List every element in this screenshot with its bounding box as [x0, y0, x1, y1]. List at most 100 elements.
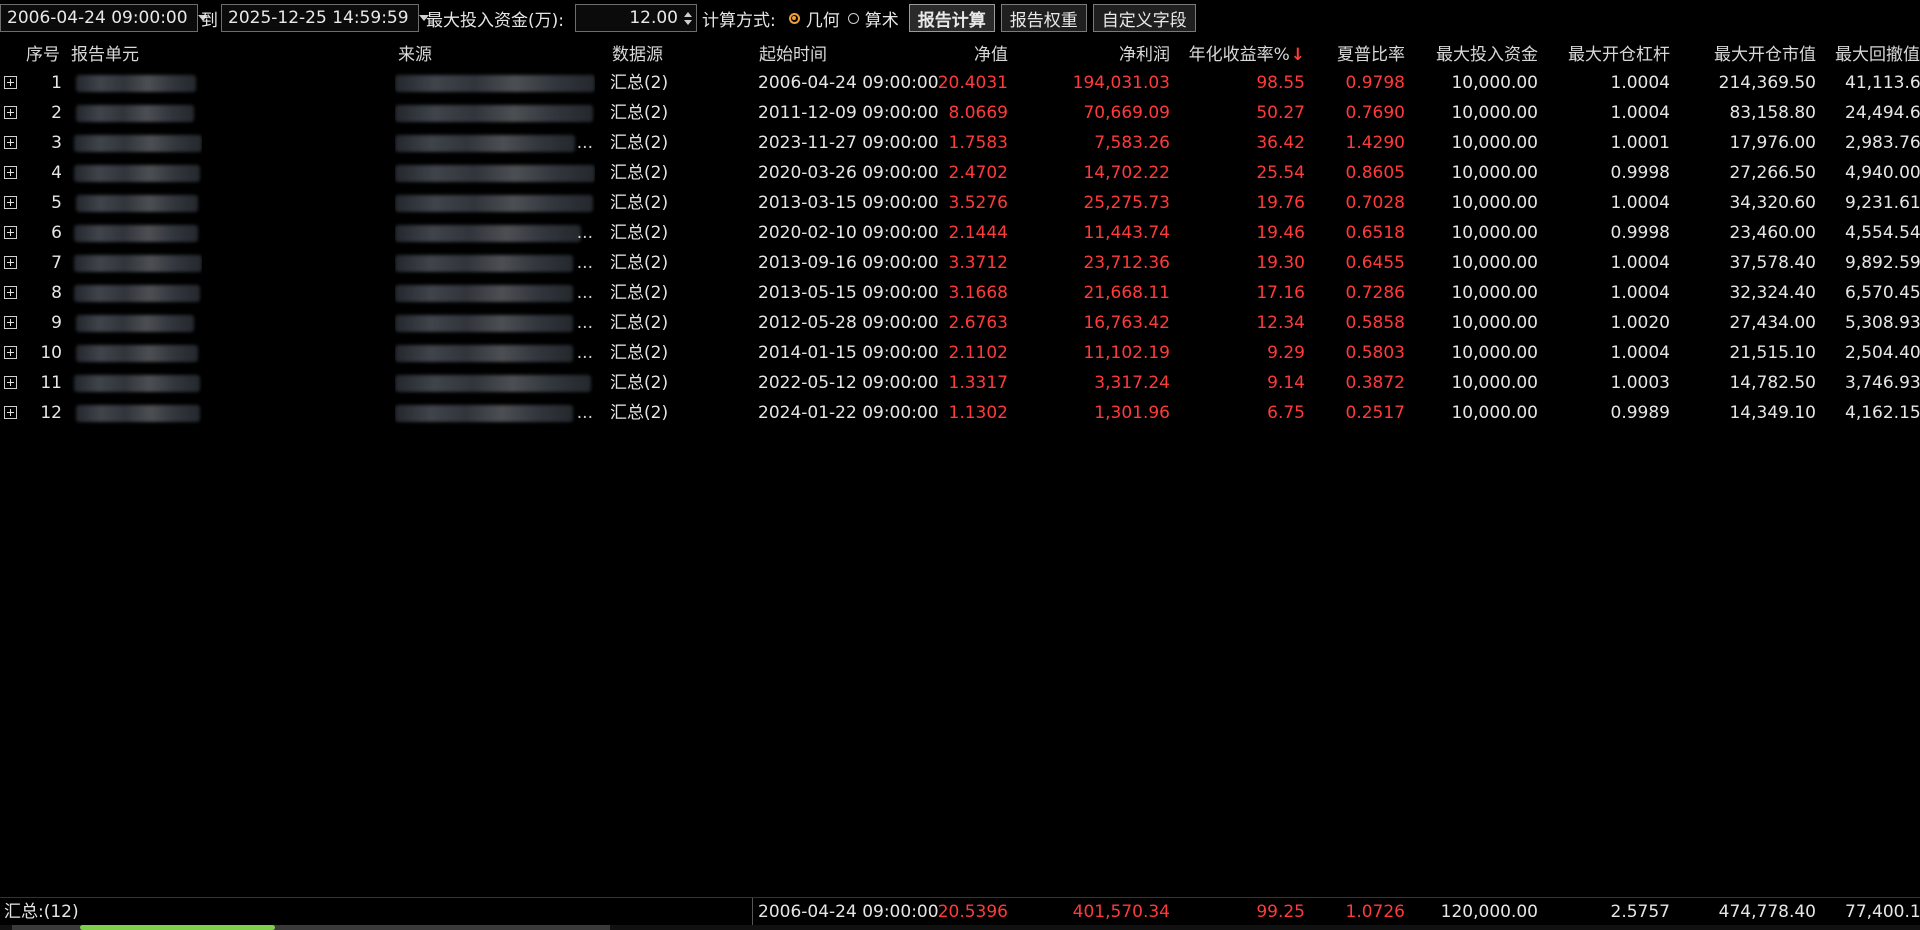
col-header-source[interactable]: 来源 [398, 40, 432, 65]
table-row[interactable]: 4 汇总(2) 2020-03-26 09:00:00 2.4702 14,702.22… [0, 158, 1920, 188]
expand-icon[interactable] [4, 286, 17, 299]
table-row[interactable]: 9... 汇总(2) 2012-05-28 09:00:00 2.6763 16,763… [0, 308, 1920, 338]
redaction-blur [395, 405, 573, 422]
spinner-icon[interactable] [684, 11, 692, 25]
row-source-ellipsis: ... [576, 133, 593, 153]
redaction-blur [76, 315, 194, 332]
table-row[interactable]: 7... 汇总(2) 2013-09-16 09:00:00 3.3712 23,712… [0, 248, 1920, 278]
row-nav: 3.1668 [948, 283, 1008, 303]
row-max-capital: 10,000.00 [1451, 73, 1538, 93]
redaction-blur [74, 165, 200, 182]
col-header-net-profit[interactable]: 净利润 [1020, 40, 1170, 65]
summary-nav: 20.5396 [937, 902, 1008, 922]
max-capital-input[interactable]: 12.00 [575, 4, 697, 32]
row-max-drawdown: 3,746.93 [1845, 373, 1920, 393]
redaction-blur [395, 315, 573, 332]
expand-icon[interactable] [4, 76, 17, 89]
table-row[interactable]: 10... 汇总(2) 2014-01-15 09:00:00 2.1102 11,10… [0, 338, 1920, 368]
row-max-capital: 10,000.00 [1451, 313, 1538, 333]
report-weight-button[interactable]: 报告权重 [1000, 4, 1087, 32]
table-row[interactable]: 3... 汇总(2) 2023-11-27 09:00:00 1.7583 7,583.… [0, 128, 1920, 158]
radio-geometric[interactable]: 几何 [788, 6, 840, 31]
expand-icon[interactable] [4, 166, 17, 179]
custom-fields-button[interactable]: 自定义字段 [1092, 4, 1196, 32]
table-row[interactable]: 8... 汇总(2) 2013-05-15 09:00:00 3.1668 21,668… [0, 278, 1920, 308]
col-header-datasource[interactable]: 数据源 [612, 40, 663, 65]
col-header-start-time[interactable]: 起始时间 [759, 40, 827, 65]
row-max-market-value: 14,782.50 [1729, 373, 1816, 393]
expand-icon[interactable] [4, 196, 17, 209]
row-seq: 2 [51, 103, 62, 123]
expand-icon[interactable] [4, 256, 17, 269]
row-annual-return: 98.55 [1256, 73, 1305, 93]
table-row[interactable]: 11 汇总(2) 2022-05-12 09:00:00 1.3317 3,317.24… [0, 368, 1920, 398]
radio-checked-icon[interactable] [788, 12, 800, 24]
row-max-market-value: 37,578.40 [1729, 253, 1816, 273]
expand-icon[interactable] [4, 346, 17, 359]
expand-icon[interactable] [4, 106, 17, 119]
col-header-seq[interactable]: 序号 [26, 40, 60, 65]
row-net-profit: 16,763.42 [1083, 313, 1170, 333]
col-header-unit[interactable]: 报告单元 [71, 40, 139, 65]
col-header-annual-return[interactable]: 年化收益率%↓ [1180, 40, 1305, 65]
row-unit-redacted [66, 188, 202, 218]
redaction-blur [74, 225, 198, 242]
row-net-profit: 3,317.24 [1094, 373, 1170, 393]
col-header-max-leverage[interactable]: 最大开仓杠杆 [1550, 40, 1670, 65]
row-datasource: 汇总(2) [610, 223, 669, 243]
col-header-nav[interactable]: 净值 [900, 40, 1008, 65]
radio-unchecked-icon[interactable] [847, 12, 859, 24]
col-header-sharpe[interactable]: 夏普比率 [1310, 40, 1405, 65]
row-sharpe: 0.2517 [1345, 403, 1405, 423]
row-source-redacted: ... [395, 218, 595, 248]
col-header-max-drawdown[interactable]: 最大回撤值 [1835, 40, 1920, 65]
table-row[interactable]: 6... 汇总(2) 2020-02-10 09:00:00 2.1444 11,443… [0, 218, 1920, 248]
row-source-redacted: ... [395, 278, 595, 308]
expand-icon[interactable] [4, 226, 17, 239]
row-source-ellipsis: ... [576, 253, 593, 273]
horizontal-scrollbar[interactable] [0, 925, 1920, 930]
row-max-leverage: 1.0004 [1610, 103, 1670, 123]
scrollbar-thumb[interactable] [80, 925, 275, 930]
expand-icon[interactable] [4, 136, 17, 149]
row-unit-redacted [66, 98, 202, 128]
row-source-redacted [395, 158, 595, 188]
end-datetime-picker[interactable]: 2025-12-25 14:59:59 [221, 4, 429, 32]
expand-icon[interactable] [4, 406, 17, 419]
expand-icon[interactable] [4, 376, 17, 389]
row-max-capital: 10,000.00 [1451, 253, 1538, 273]
row-sharpe: 0.6518 [1345, 223, 1405, 243]
row-net-profit: 14,702.22 [1083, 163, 1170, 183]
max-capital-label: 最大投入资金(万): [426, 10, 564, 31]
table-row[interactable]: 1 汇总(2) 2006-04-24 09:00:00 20.4031 194,031.… [0, 68, 1920, 98]
expand-icon[interactable] [4, 316, 17, 329]
radio-arithmetic[interactable]: 算术 [847, 6, 899, 31]
redaction-blur [395, 165, 595, 182]
row-net-profit: 23,712.36 [1083, 253, 1170, 273]
table-row[interactable]: 2 汇总(2) 2011-12-09 09:00:00 8.0669 70,669.09… [0, 98, 1920, 128]
row-max-capital: 10,000.00 [1451, 373, 1538, 393]
start-datetime-picker[interactable]: 2006-04-24 09:00:00 [0, 4, 208, 32]
redaction-blur [74, 285, 200, 302]
row-sharpe: 0.9798 [1345, 73, 1405, 93]
row-annual-return: 9.29 [1267, 343, 1305, 363]
row-max-market-value: 14,349.10 [1729, 403, 1816, 423]
redaction-blur [395, 345, 573, 362]
summary-max-capital: 120,000.00 [1440, 902, 1538, 922]
row-max-market-value: 83,158.80 [1729, 103, 1816, 123]
table-row[interactable]: 12... 汇总(2) 2024-01-22 09:00:00 1.1302 1,301… [0, 398, 1920, 428]
row-max-drawdown: 5,308.93 [1845, 313, 1920, 333]
col-header-max-capital[interactable]: 最大投入资金 [1410, 40, 1538, 65]
table-body: 1 汇总(2) 2006-04-24 09:00:00 20.4031 194,031.… [0, 68, 1920, 428]
row-sharpe: 0.5858 [1345, 313, 1405, 333]
row-annual-return: 12.34 [1256, 313, 1305, 333]
row-max-market-value: 214,369.50 [1718, 73, 1816, 93]
row-max-capital: 10,000.00 [1451, 103, 1538, 123]
summary-row: 汇总:(12) 2006-04-24 09:00:00 20.5396 401,… [0, 897, 1920, 926]
row-max-market-value: 17,976.00 [1729, 133, 1816, 153]
report-window: 2006-04-24 09:00:00 到 2025-12-25 14:59:5… [0, 0, 1920, 930]
col-header-max-market-value[interactable]: 最大开仓市值 [1690, 40, 1816, 65]
table-row[interactable]: 5 汇总(2) 2013-03-15 09:00:00 3.5276 25,275.73… [0, 188, 1920, 218]
row-datasource: 汇总(2) [610, 103, 669, 123]
report-calc-button[interactable]: 报告计算 [908, 4, 995, 32]
